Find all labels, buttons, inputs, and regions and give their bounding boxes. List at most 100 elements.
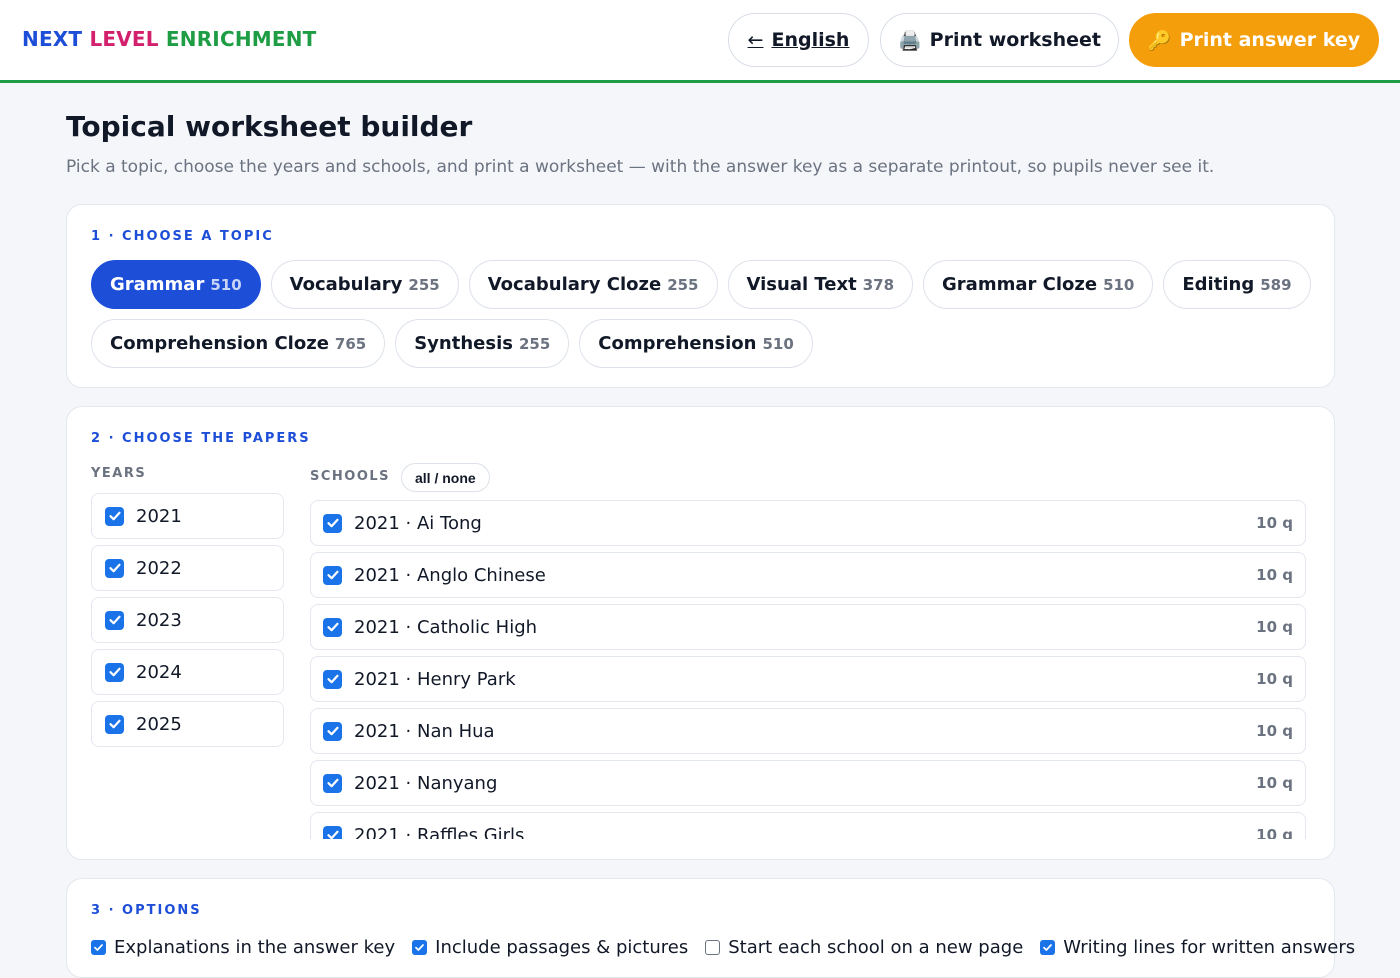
- topic-count: 510: [1103, 275, 1135, 294]
- checkbox[interactable]: [323, 513, 342, 533]
- option-label: Writing lines for written answers: [1063, 937, 1356, 958]
- topic-chip[interactable]: Visual Text 378: [727, 260, 914, 309]
- brand-word-level: LEVEL: [89, 27, 159, 51]
- checkbox[interactable]: [105, 714, 124, 734]
- school-option[interactable]: 2021 · Ai Tong 10 q: [310, 500, 1306, 546]
- school-label: 2021 · Nanyang: [354, 772, 498, 794]
- checkbox[interactable]: [323, 617, 342, 637]
- school-option[interactable]: 2021 · Nan Hua 10 q: [310, 708, 1306, 754]
- checkbox[interactable]: [323, 721, 342, 741]
- checkbox[interactable]: [91, 940, 106, 955]
- topic-count: 765: [334, 334, 367, 353]
- topic-name: Synthesis: [414, 333, 513, 354]
- checkbox[interactable]: [323, 565, 342, 585]
- topic-count: 510: [210, 275, 242, 294]
- school-label: 2021 · Catholic High: [354, 616, 538, 638]
- topic-count: 589: [1260, 275, 1292, 294]
- topic-chip[interactable]: Vocabulary Cloze 255: [468, 260, 718, 309]
- checkbox[interactable]: [323, 773, 342, 793]
- years-label: YEARS: [91, 466, 147, 481]
- option-label: Start each school on a new page: [728, 937, 1024, 958]
- school-option[interactable]: 2021 · Nanyang 10 q: [310, 760, 1306, 806]
- topic-chip[interactable]: Comprehension Cloze 765: [91, 319, 386, 368]
- option-toggle[interactable]: Explanations in the answer key: [91, 937, 395, 958]
- year-list: 2021 2022 2023 2024 2025: [91, 493, 284, 753]
- printer-icon: 🖨️: [897, 29, 922, 52]
- year-label: 2021: [136, 505, 182, 527]
- topic-chip[interactable]: Comprehension 510: [579, 319, 813, 368]
- print-answer-key-button[interactable]: 🔑 Print answer key: [1129, 13, 1379, 67]
- school-label: 2021 · Nan Hua: [354, 720, 495, 742]
- option-toggle[interactable]: Include passages & pictures: [412, 937, 688, 958]
- school-option[interactable]: 2021 · Catholic High 10 q: [310, 604, 1306, 650]
- key-icon: 🔑: [1147, 29, 1172, 52]
- papers-section-label: 2 · CHOOSE THE PAPERS: [91, 431, 311, 446]
- topic-name: Vocabulary Cloze: [487, 274, 662, 295]
- option-toggle[interactable]: Writing lines for written answers: [1040, 937, 1355, 958]
- school-label: 2021 · Raffles Girls: [354, 824, 525, 840]
- page-title: Topical worksheet builder: [66, 110, 473, 143]
- question-count: 10 q: [1256, 514, 1293, 532]
- year-option[interactable]: 2024: [91, 649, 284, 695]
- topic-chip-list: Grammar 510 Vocabulary 255 Vocabulary Cloze 2…: [91, 260, 1311, 368]
- brand-word-enrichment: ENRICHMENT: [165, 27, 317, 51]
- topic-chip[interactable]: Grammar Cloze 510: [923, 260, 1154, 309]
- option-label: Explanations in the answer key: [114, 937, 396, 958]
- page-subtitle: Pick a topic, choose the years and schoo…: [66, 157, 1215, 177]
- select-all-none-button[interactable]: all / none: [401, 463, 490, 492]
- topic-chip[interactable]: Editing 589: [1163, 260, 1311, 309]
- year-option[interactable]: 2021: [91, 493, 284, 539]
- topic-chip[interactable]: Vocabulary 255: [270, 260, 459, 309]
- options-card: 3 · OPTIONS Explanations in the answer k…: [66, 878, 1355, 978]
- print-worksheet-label: Print worksheet: [929, 29, 1101, 51]
- language-toggle-button[interactable]: ← English: [728, 13, 869, 67]
- checkbox[interactable]: [705, 940, 721, 955]
- topic-chip[interactable]: Grammar 510: [91, 260, 261, 309]
- brand-word-next: NEXT: [22, 27, 83, 51]
- topic-name: Grammar: [110, 274, 205, 295]
- school-option[interactable]: 2021 · Henry Park 10 q: [310, 656, 1306, 702]
- topic-name: Comprehension Cloze: [110, 333, 329, 354]
- checkbox[interactable]: [105, 662, 124, 682]
- school-label: 2021 · Henry Park: [354, 668, 516, 690]
- option-label: Include passages & pictures: [435, 937, 689, 958]
- year-option[interactable]: 2023: [91, 597, 284, 643]
- question-count: 10 q: [1256, 618, 1293, 636]
- topic-count: 255: [667, 275, 699, 294]
- school-list[interactable]: 2021 · Ai Tong 10 q 2021 · Anglo Chinese 10…: [310, 500, 1306, 839]
- checkbox[interactable]: [1040, 940, 1056, 955]
- checkbox[interactable]: [323, 669, 342, 689]
- checkbox[interactable]: [105, 506, 124, 526]
- school-option[interactable]: 2021 · Raffles Girls 10 q: [310, 812, 1306, 839]
- language-label: English: [771, 29, 850, 51]
- brand-logo[interactable]: NEXT LEVEL ENRICHMENT: [22, 27, 317, 51]
- options-section-label: 3 · OPTIONS: [91, 903, 202, 918]
- topic-count: 510: [762, 334, 794, 353]
- topic-name: Comprehension: [598, 333, 757, 354]
- print-answer-key-label: Print answer key: [1179, 29, 1361, 51]
- year-label: 2022: [136, 557, 182, 579]
- topic-count: 255: [518, 334, 551, 353]
- print-worksheet-button[interactable]: 🖨️ Print worksheet: [880, 13, 1119, 67]
- papers-card: 2 · CHOOSE THE PAPERS YEARS 2021 2022 2023…: [66, 406, 1335, 860]
- checkbox[interactable]: [105, 558, 124, 578]
- top-bar: NEXT LEVEL ENRICHMENT ← English 🖨️ Print…: [0, 0, 1400, 83]
- year-option[interactable]: 2022: [91, 545, 284, 591]
- checkbox[interactable]: [412, 940, 428, 955]
- checkbox[interactable]: [105, 610, 124, 630]
- school-label: 2021 · Ai Tong: [354, 512, 482, 534]
- year-option[interactable]: 2025: [91, 701, 284, 747]
- question-count: 10 q: [1256, 826, 1293, 839]
- question-count: 10 q: [1256, 774, 1293, 792]
- option-toggle[interactable]: Start each school on a new page: [705, 937, 1023, 958]
- option-list: Explanations in the answer key Include pa…: [91, 937, 1355, 958]
- topic-count: 378: [862, 275, 895, 294]
- topic-name: Grammar Cloze: [942, 274, 1098, 295]
- year-label: 2024: [136, 661, 182, 683]
- question-count: 10 q: [1256, 566, 1293, 584]
- checkbox[interactable]: [323, 825, 342, 839]
- topic-chip[interactable]: Synthesis 255: [395, 319, 570, 368]
- school-option[interactable]: 2021 · Anglo Chinese 10 q: [310, 552, 1306, 598]
- topic-name: Visual Text: [746, 274, 857, 295]
- topic-section-label: 1 · CHOOSE A TOPIC: [91, 229, 274, 244]
